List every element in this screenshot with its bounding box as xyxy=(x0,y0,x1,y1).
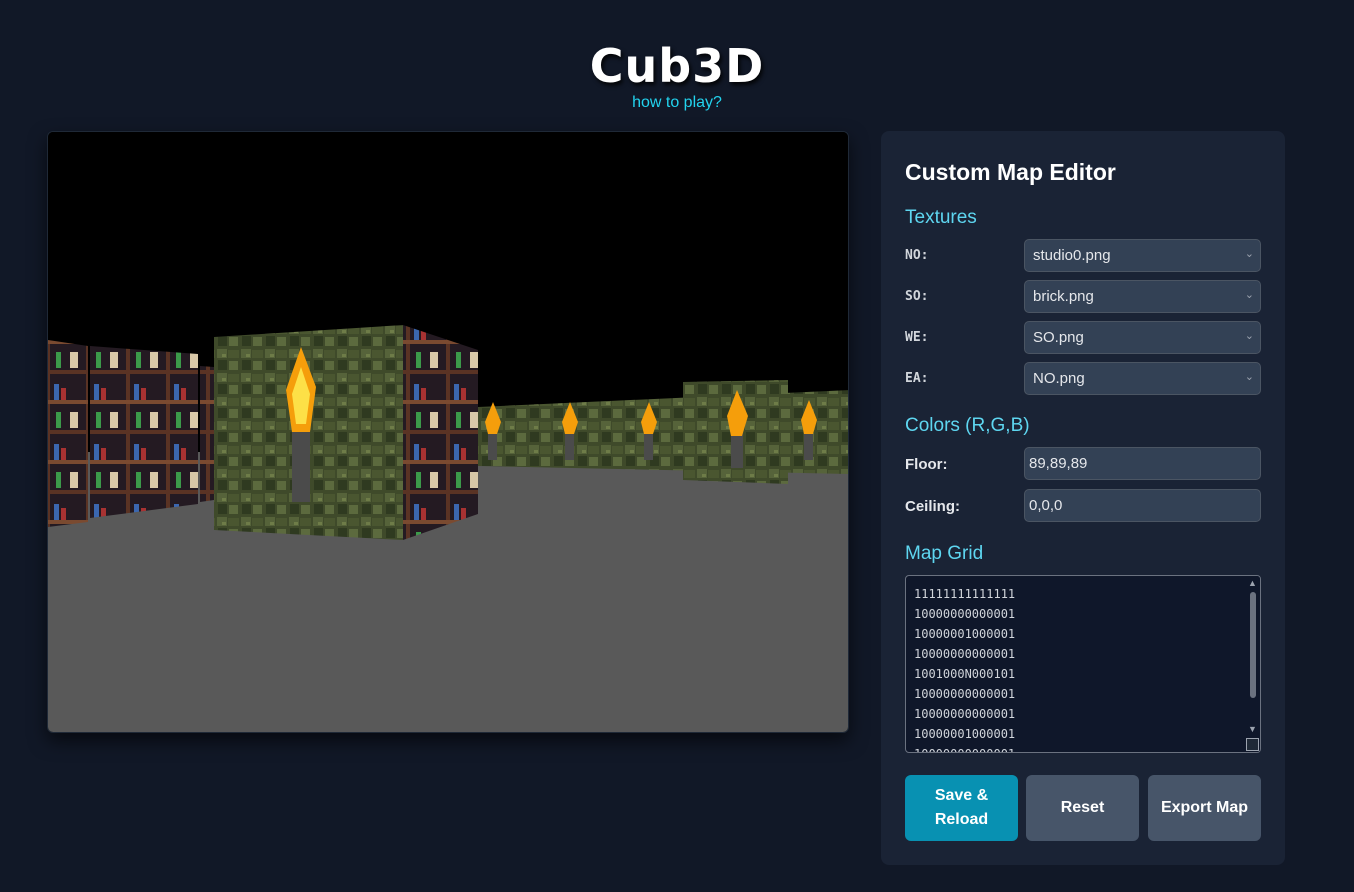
map-grid-editor[interactable]: ▲ ▼ xyxy=(905,575,1261,753)
ceiling-label: Ceiling: xyxy=(905,498,960,515)
texture-label-so: SO: xyxy=(905,289,929,304)
editor-title: Custom Map Editor xyxy=(905,159,1116,185)
texture-label-ea: EA: xyxy=(905,371,929,386)
how-to-play-link[interactable]: how to play? xyxy=(632,94,722,112)
ceiling-color-input[interactable] xyxy=(1024,489,1261,522)
map-grid-textarea[interactable] xyxy=(906,576,1246,752)
export-map-button[interactable]: Export Map xyxy=(1148,775,1261,841)
texture-select-so[interactable]: brick.png ⌄ xyxy=(1024,280,1261,313)
floor-color-input[interactable] xyxy=(1024,447,1261,480)
game-viewport[interactable] xyxy=(47,131,849,733)
map-editor-panel: Custom Map Editor Textures NO: studio0.p… xyxy=(881,131,1285,865)
scroll-down-icon[interactable]: ▼ xyxy=(1248,724,1257,734)
colors-heading: Colors (R,G,B) xyxy=(905,415,1030,436)
textures-heading: Textures xyxy=(905,207,977,228)
chevron-down-icon: ⌄ xyxy=(1244,330,1254,342)
resize-handle-icon[interactable] xyxy=(1246,738,1259,751)
raycast-scene xyxy=(48,132,848,732)
page-header: Cub3D how to play? xyxy=(0,38,1354,112)
texture-select-we[interactable]: SO.png ⌄ xyxy=(1024,321,1261,354)
texture-select-ea[interactable]: NO.png ⌄ xyxy=(1024,362,1261,395)
map-grid-scrollbar[interactable]: ▲ ▼ xyxy=(1246,576,1260,752)
reset-button[interactable]: Reset xyxy=(1026,775,1139,841)
texture-select-so-value: brick.png xyxy=(1033,288,1094,305)
save-reload-button[interactable]: Save & Reload xyxy=(905,775,1018,841)
chevron-down-icon: ⌄ xyxy=(1244,248,1254,260)
texture-select-we-value: SO.png xyxy=(1033,329,1084,346)
texture-label-we: WE: xyxy=(905,330,929,345)
chevron-down-icon: ⌄ xyxy=(1244,289,1254,301)
floor-label: Floor: xyxy=(905,456,948,473)
map-grid-heading: Map Grid xyxy=(905,543,984,564)
chevron-down-icon: ⌄ xyxy=(1244,371,1254,383)
texture-select-no[interactable]: studio0.png ⌄ xyxy=(1024,239,1261,272)
scroll-thumb[interactable] xyxy=(1250,592,1256,698)
texture-select-no-value: studio0.png xyxy=(1033,247,1111,264)
scroll-up-icon[interactable]: ▲ xyxy=(1248,578,1257,588)
app-title: Cub3D xyxy=(589,39,765,93)
texture-select-ea-value: NO.png xyxy=(1033,370,1085,387)
texture-label-no: NO: xyxy=(905,248,929,263)
